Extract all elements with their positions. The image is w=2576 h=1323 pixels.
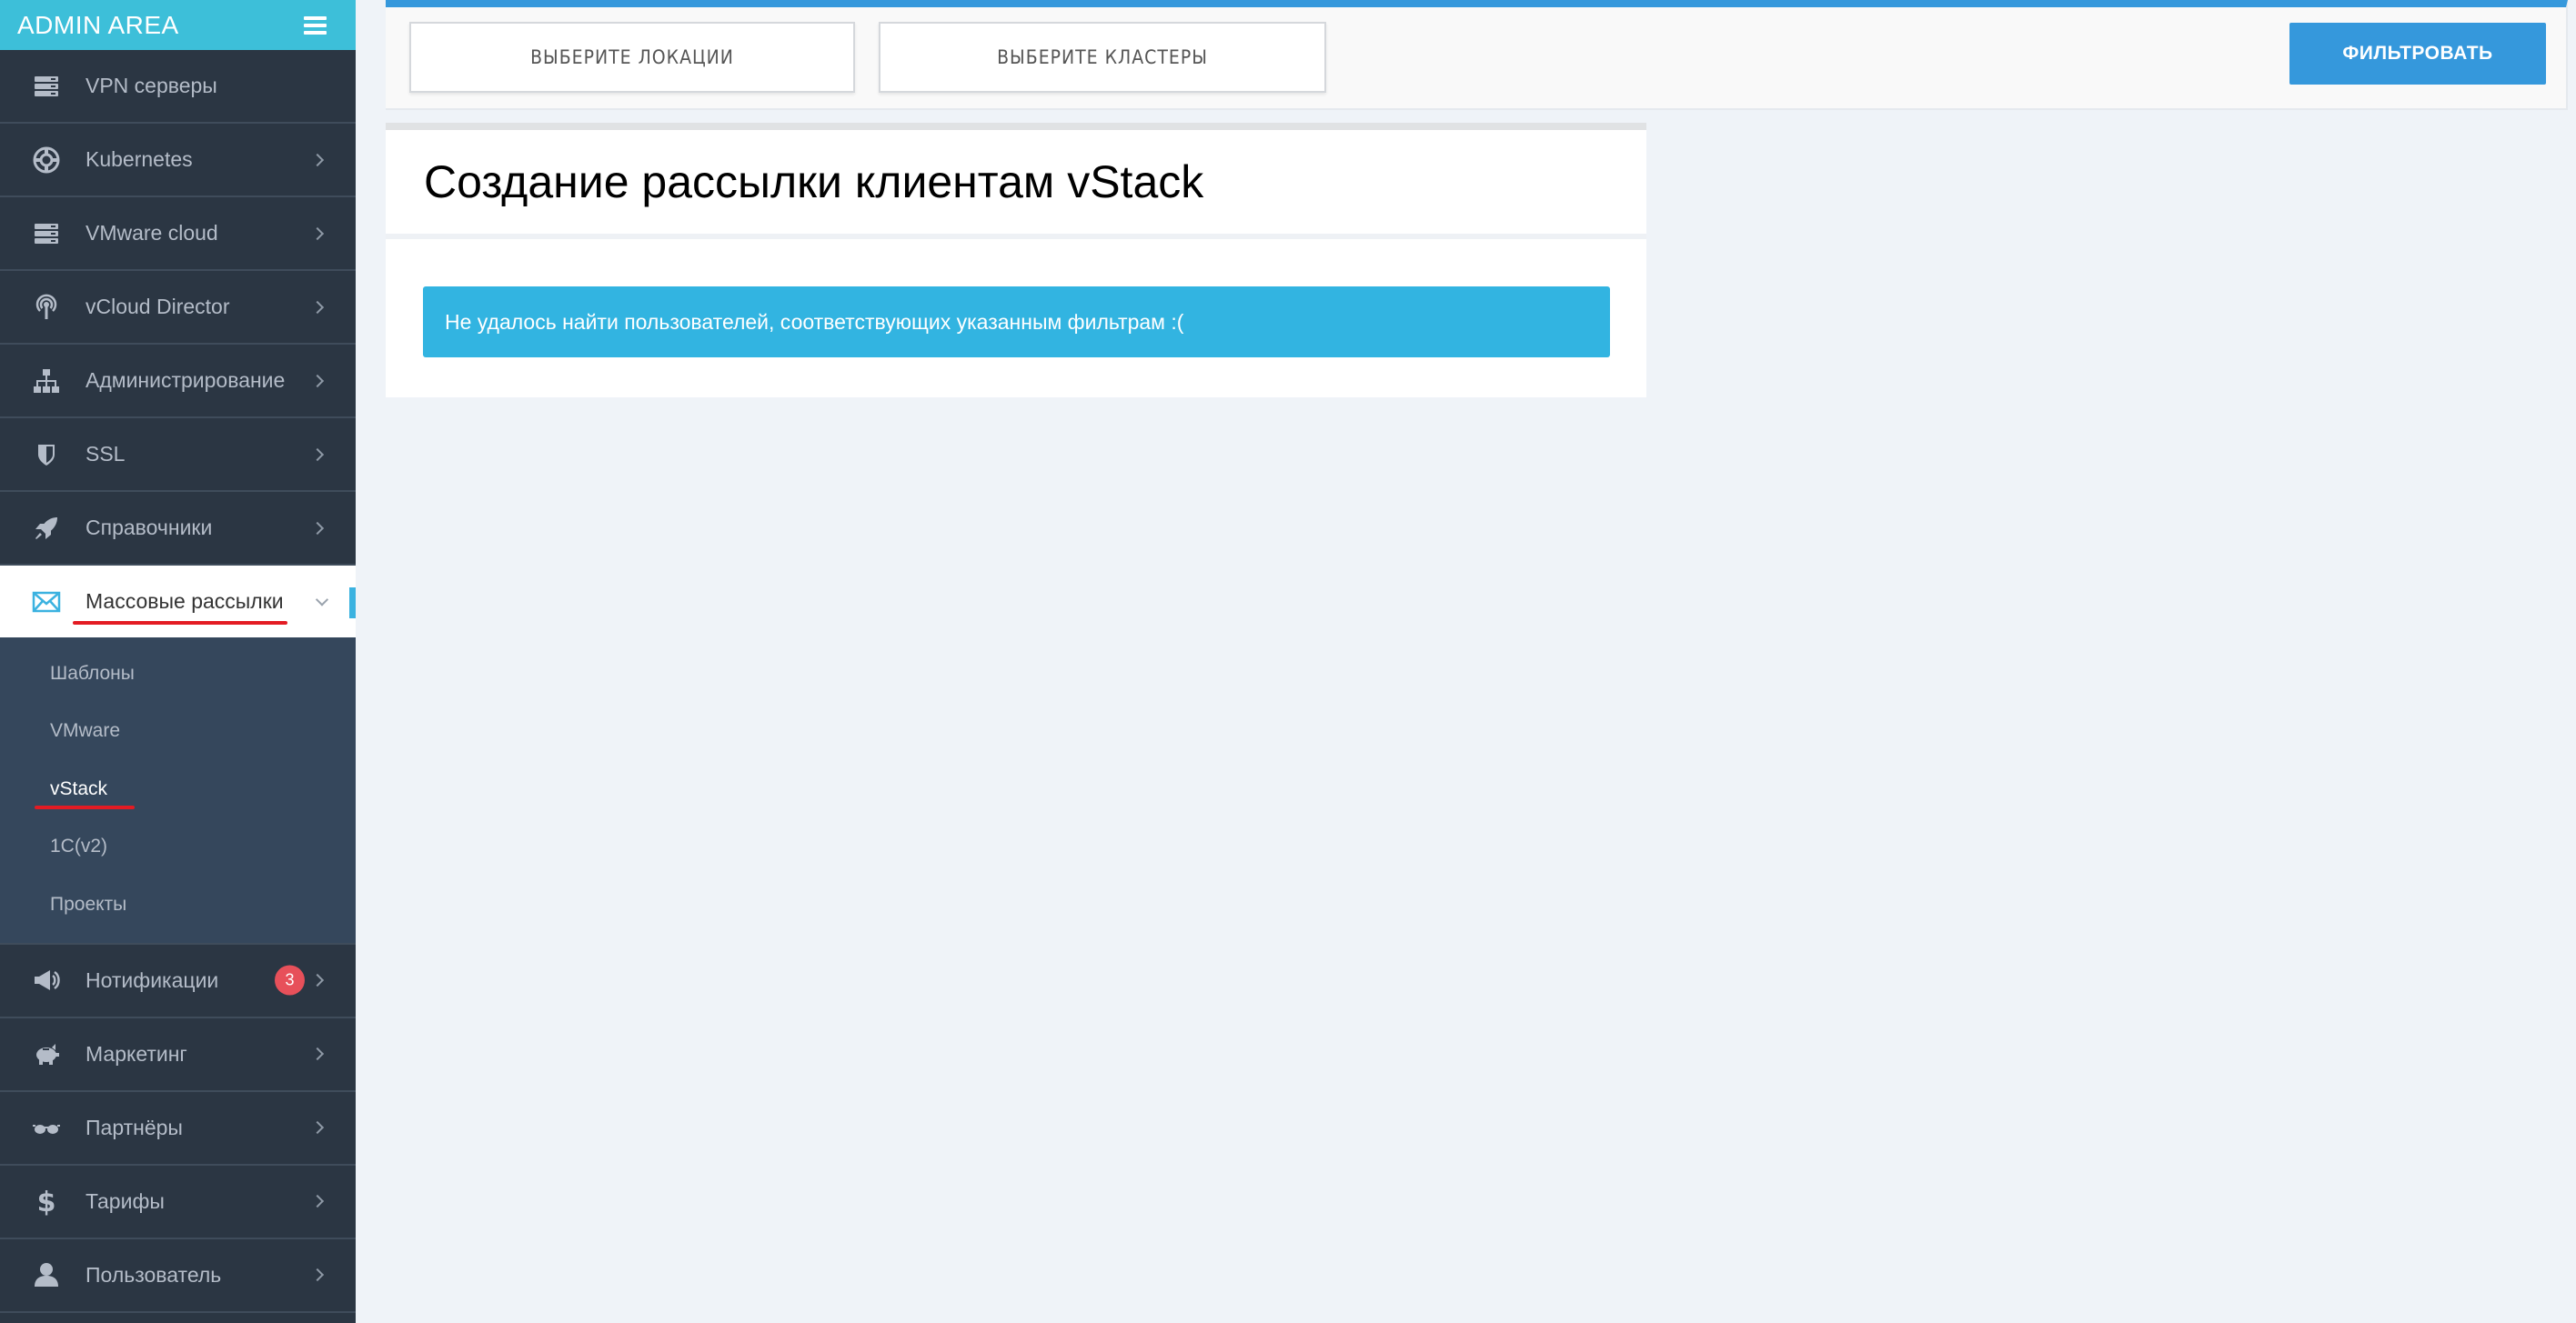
submenu-item-1c-v2[interactable]: 1C(v2) (0, 818, 356, 877)
sidebar-item-administration[interactable]: Администрирование (0, 345, 356, 418)
locations-select[interactable]: ВЫБЕРИТЕ ЛОКАЦИИ (409, 22, 855, 93)
notification-count-badge: 3 (275, 965, 305, 996)
broadcast-icon (31, 292, 62, 323)
annotation-underline (35, 806, 135, 809)
sidebar-item-marketing[interactable]: Маркетинг (0, 1018, 356, 1092)
sidebar-item-ssl[interactable]: SSL (0, 418, 356, 492)
submenu-item-label: vStack (50, 777, 108, 799)
sidebar-item-tariffs[interactable]: $ Тарифы (0, 1166, 356, 1239)
sidebar-item-kubernetes[interactable]: Kubernetes (0, 124, 356, 197)
sidebar-item-label: Массовые рассылки (86, 589, 284, 613)
page-title: Создание рассылки клиентам vStack (386, 130, 1646, 239)
clusters-select[interactable]: ВЫБЕРИТЕ КЛАСТЕРЫ (879, 22, 1326, 93)
sidebar-item-vpn-servers[interactable]: VPN серверы (0, 50, 356, 124)
piggy-bank-icon (31, 1038, 62, 1069)
submenu-mass-mailings: Шаблоны VMware vStack 1C(v2) Проекты (0, 637, 356, 945)
shield-icon (31, 439, 62, 470)
submenu-item-templates[interactable]: Шаблоны (0, 645, 356, 703)
lifebuoy-icon (31, 145, 62, 175)
sidebar-item-label: VPN серверы (86, 74, 217, 97)
submenu-item-label: Проекты (50, 893, 127, 915)
server-icon (31, 71, 62, 102)
svg-text:$: $ (37, 1187, 56, 1216)
sidebar-item-partners[interactable]: Партнёры (0, 1092, 356, 1166)
submenu-item-vmware[interactable]: VMware (0, 703, 356, 761)
active-indicator (349, 587, 356, 618)
sidebar-item-vmware-cloud[interactable]: VMware cloud (0, 197, 356, 271)
sidebar: ADMIN AREA VPN серверы Kubernetes VMware… (0, 0, 356, 1323)
submenu-item-vstack[interactable]: vStack (0, 760, 356, 818)
info-alert: Не удалось найти пользователей, соответс… (423, 286, 1610, 357)
submenu-item-label: Шаблоны (50, 662, 135, 684)
menu-toggle-icon[interactable] (304, 15, 327, 35)
sitemap-icon (31, 366, 62, 396)
sidebar-item-references[interactable]: Справочники (0, 492, 356, 566)
annotation-underline (73, 621, 287, 625)
sidebar-item-notifications[interactable]: Нотификации 3 (0, 945, 356, 1018)
content-portlet: Создание рассылки клиентам vStack Не уда… (386, 123, 1646, 397)
eyeglasses-icon (31, 1112, 62, 1143)
envelope-icon (31, 586, 62, 617)
server-icon (31, 218, 62, 249)
brand-title: ADMIN AREA (17, 10, 179, 39)
filter-button[interactable]: ФИЛЬТРОВАТЬ (2289, 23, 2546, 85)
submenu-item-label: VMware (50, 720, 121, 742)
sidebar-item-mass-mailings[interactable]: Массовые рассылки (0, 566, 356, 637)
rocket-icon (31, 513, 62, 544)
megaphone-icon (31, 965, 62, 996)
filter-bar: ВЫБЕРИТЕ ЛОКАЦИИ ВЫБЕРИТЕ КЛАСТЕРЫ ФИЛЬТ… (386, 0, 2568, 110)
submenu-item-projects[interactable]: Проекты (0, 876, 356, 934)
brand-bar: ADMIN AREA (0, 0, 356, 50)
sidebar-item-vcloud-director[interactable]: vCloud Director (0, 271, 356, 345)
submenu-item-label: 1C(v2) (50, 836, 108, 857)
sidebar-item-user[interactable]: Пользователь (0, 1239, 356, 1313)
dollar-icon: $ (31, 1186, 62, 1217)
user-icon (31, 1259, 62, 1290)
